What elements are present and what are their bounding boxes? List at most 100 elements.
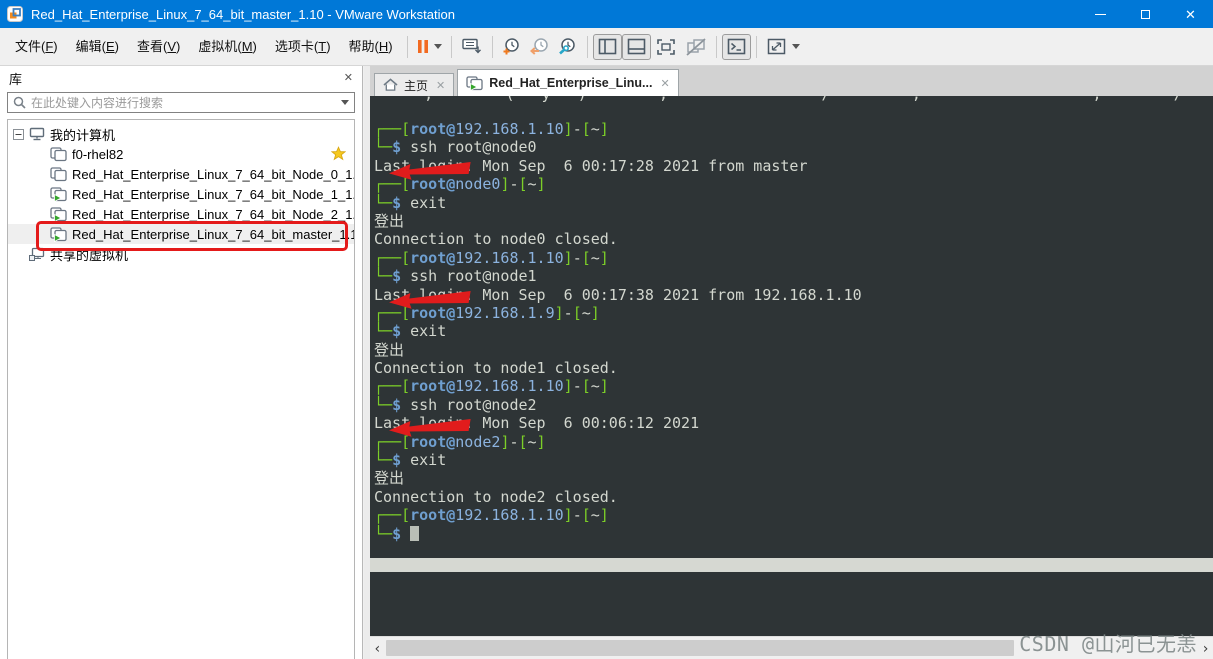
tab-close-icon[interactable]: ✕ xyxy=(660,77,669,90)
tree-item-label: 我的计算机 xyxy=(50,127,116,143)
terminal-line: └─$ ssh root@node1 xyxy=(374,267,1213,309)
vmware-workstation-window: Red_Hat_Enterprise_Linux_7_64_bit_master… xyxy=(0,0,1213,659)
fit-guest-button[interactable] xyxy=(762,34,804,60)
unity-mode-icon xyxy=(685,37,707,57)
favorite-star-icon[interactable] xyxy=(331,146,346,161)
vm-console[interactable]: , ( y ) , ' / , ' , / , ┌──[root@192.168… xyxy=(370,96,1213,659)
computer-icon xyxy=(29,127,45,141)
toggle-library-panel-button[interactable] xyxy=(592,33,622,60)
maximize-icon xyxy=(1141,9,1150,19)
console-view-icon xyxy=(726,37,747,56)
pause-icon xyxy=(417,39,429,54)
menu-toolbar: 文件(F) 编辑(E) 查看(V) 虚拟机(M) 选项卡(T) 帮助(H) xyxy=(0,28,1213,66)
tab-label: Red_Hat_Enterprise_Linu... xyxy=(489,76,653,90)
home-icon xyxy=(383,78,398,92)
tab-home[interactable]: 主页 ✕ xyxy=(374,73,455,96)
window-title: Red_Hat_Enterprise_Linux_7_64_bit_master… xyxy=(31,6,455,22)
take-snapshot-button[interactable] xyxy=(498,34,526,60)
vm-running-icon xyxy=(50,206,67,222)
terminal-line: Connection to node1 closed. xyxy=(374,359,618,378)
manage-snapshots-button[interactable] xyxy=(554,34,582,60)
horizontal-scrollbar[interactable]: ‹ › xyxy=(370,636,1213,659)
ctrl-alt-del-button[interactable] xyxy=(457,34,487,60)
dropdown-caret-icon xyxy=(791,44,800,49)
snapshot-revert-icon xyxy=(529,37,550,56)
terminal-line: └─$ exit xyxy=(374,322,447,341)
vm-running-icon xyxy=(50,226,67,242)
tab-vm-master[interactable]: Red_Hat_Enterprise_Linu... ✕ xyxy=(457,69,679,96)
maximize-button[interactable] xyxy=(1123,0,1168,28)
terminal-line: └─$ exit xyxy=(374,451,447,470)
thumbnail-bar-toggle-icon xyxy=(626,37,647,56)
menu-edit[interactable]: 编辑(E) xyxy=(67,35,128,59)
toolbar-separator xyxy=(755,35,757,58)
unity-mode-button[interactable] xyxy=(681,34,711,60)
library-search[interactable] xyxy=(7,92,355,113)
guest-taskbar xyxy=(370,558,1213,572)
vm-tree: 我的计算机 f0-rhel82 Red_Hat_Enterprise_Linux… xyxy=(7,119,355,659)
menu-vm[interactable]: 虚拟机(M) xyxy=(189,35,266,59)
terminal-line: Last login: Mon Sep 6 00:17:38 2021 from… xyxy=(374,285,862,304)
power-pause-button[interactable] xyxy=(413,34,446,60)
close-icon: ✕ xyxy=(1185,6,1196,22)
terminal-line: └─$ ssh root@node0 xyxy=(374,138,1213,180)
terminal-line: ┌──[root@192.168.1.10]-[~] xyxy=(374,377,609,396)
terminal-lines: ┌──[root@192.168.1.10]-[~] └─$ ssh root@n… xyxy=(370,120,1213,543)
terminal-line: 登出 xyxy=(374,211,405,230)
search-input[interactable] xyxy=(31,95,336,110)
scrollbar-thumb[interactable] xyxy=(386,640,1014,656)
terminal-line: ┌──[root@node2]-[~] xyxy=(374,432,546,451)
terminal-line: Last login: Mon Sep 6 00:06:12 2021 xyxy=(374,414,700,433)
tree-item-node2[interactable]: Red_Hat_Enterprise_Linux_7_64_bit_Node_2… xyxy=(8,204,354,224)
fullscreen-icon xyxy=(655,37,677,57)
terminal-line: ┌──[root@192.168.1.10]-[~] xyxy=(374,120,609,138)
tree-item-node1[interactable]: Red_Hat_Enterprise_Linux_7_64_bit_Node_1… xyxy=(8,184,354,204)
vmware-logo-icon xyxy=(7,6,23,22)
toolbar-separator xyxy=(715,35,717,58)
tree-item-master[interactable]: Red_Hat_Enterprise_Linux_7_64_bit_master… xyxy=(8,224,354,244)
title-bar: Red_Hat_Enterprise_Linux_7_64_bit_master… xyxy=(0,0,1213,28)
snapshot-take-icon xyxy=(502,37,522,56)
toolbar-separator xyxy=(406,35,408,58)
console-view-button[interactable] xyxy=(721,33,751,60)
tree-item-label: Red_Hat_Enterprise_Linux_7_64_bit_master… xyxy=(72,226,355,242)
tree-item-label: Red_Hat_Enterprise_Linux_7_64_bit_Node_2… xyxy=(72,206,355,222)
fullscreen-button[interactable] xyxy=(651,34,681,60)
tab-close-icon[interactable]: ✕ xyxy=(436,79,445,92)
toolbar-separator xyxy=(491,35,493,58)
tree-item-f0-rhel82[interactable]: f0-rhel82 xyxy=(8,144,354,164)
terminal-line: ┌──[root@192.168.1.10]-[~] xyxy=(374,248,609,267)
library-close-icon[interactable]: ✕ xyxy=(344,72,353,84)
toggle-thumbnail-bar-button[interactable] xyxy=(621,33,651,60)
tree-item-node0[interactable]: Red_Hat_Enterprise_Linux_7_64_bit_Node_0… xyxy=(8,164,354,184)
search-dropdown-caret-icon xyxy=(341,100,349,105)
snapshot-manage-icon xyxy=(558,37,578,56)
menu-tabs[interactable]: 选项卡(T) xyxy=(266,35,340,59)
terminal-clipped-line: , ( y ) , ' / , ' , / , xyxy=(370,96,1213,104)
shared-vm-icon xyxy=(29,247,45,262)
ctrl-alt-del-icon xyxy=(461,37,483,56)
minimize-button[interactable] xyxy=(1078,0,1123,28)
collapse-minus-icon[interactable] xyxy=(13,128,24,140)
tree-item-label: Red_Hat_Enterprise_Linux_7_64_bit_Node_0… xyxy=(72,166,355,182)
terminal-line: ┌──[root@node0]-[~] xyxy=(374,175,546,194)
tree-item-label: f0-rhel82 xyxy=(72,146,124,162)
menu-view[interactable]: 查看(V) xyxy=(128,35,189,59)
scroll-right-icon[interactable]: › xyxy=(1198,637,1213,659)
terminal-line: Last login: Mon Sep 6 00:17:28 2021 from… xyxy=(374,156,808,175)
library-panel: 库 ✕ 我的计算机 f0- xyxy=(0,66,363,659)
tree-item-shared-vms[interactable]: 共享的虚拟机 xyxy=(8,244,354,264)
revert-snapshot-button[interactable] xyxy=(526,34,554,60)
terminal-line: └─$ exit xyxy=(374,193,447,212)
vm-icon xyxy=(50,166,67,182)
menu-help[interactable]: 帮助(H) xyxy=(340,35,402,59)
close-button[interactable]: ✕ xyxy=(1168,0,1213,28)
vm-running-icon xyxy=(466,75,483,91)
library-panel-toggle-icon xyxy=(597,37,618,56)
menu-file[interactable]: 文件(F) xyxy=(6,35,67,59)
scroll-left-icon[interactable]: ‹ xyxy=(370,637,385,659)
terminal-line: ┌──[root@192.168.1.9]-[~] xyxy=(374,303,600,322)
tree-item-my-computer[interactable]: 我的计算机 xyxy=(8,124,354,144)
tree-item-label: 共享的虚拟机 xyxy=(50,247,129,263)
terminal-line: ┌──[root@192.168.1.10]-[~] xyxy=(374,506,609,525)
